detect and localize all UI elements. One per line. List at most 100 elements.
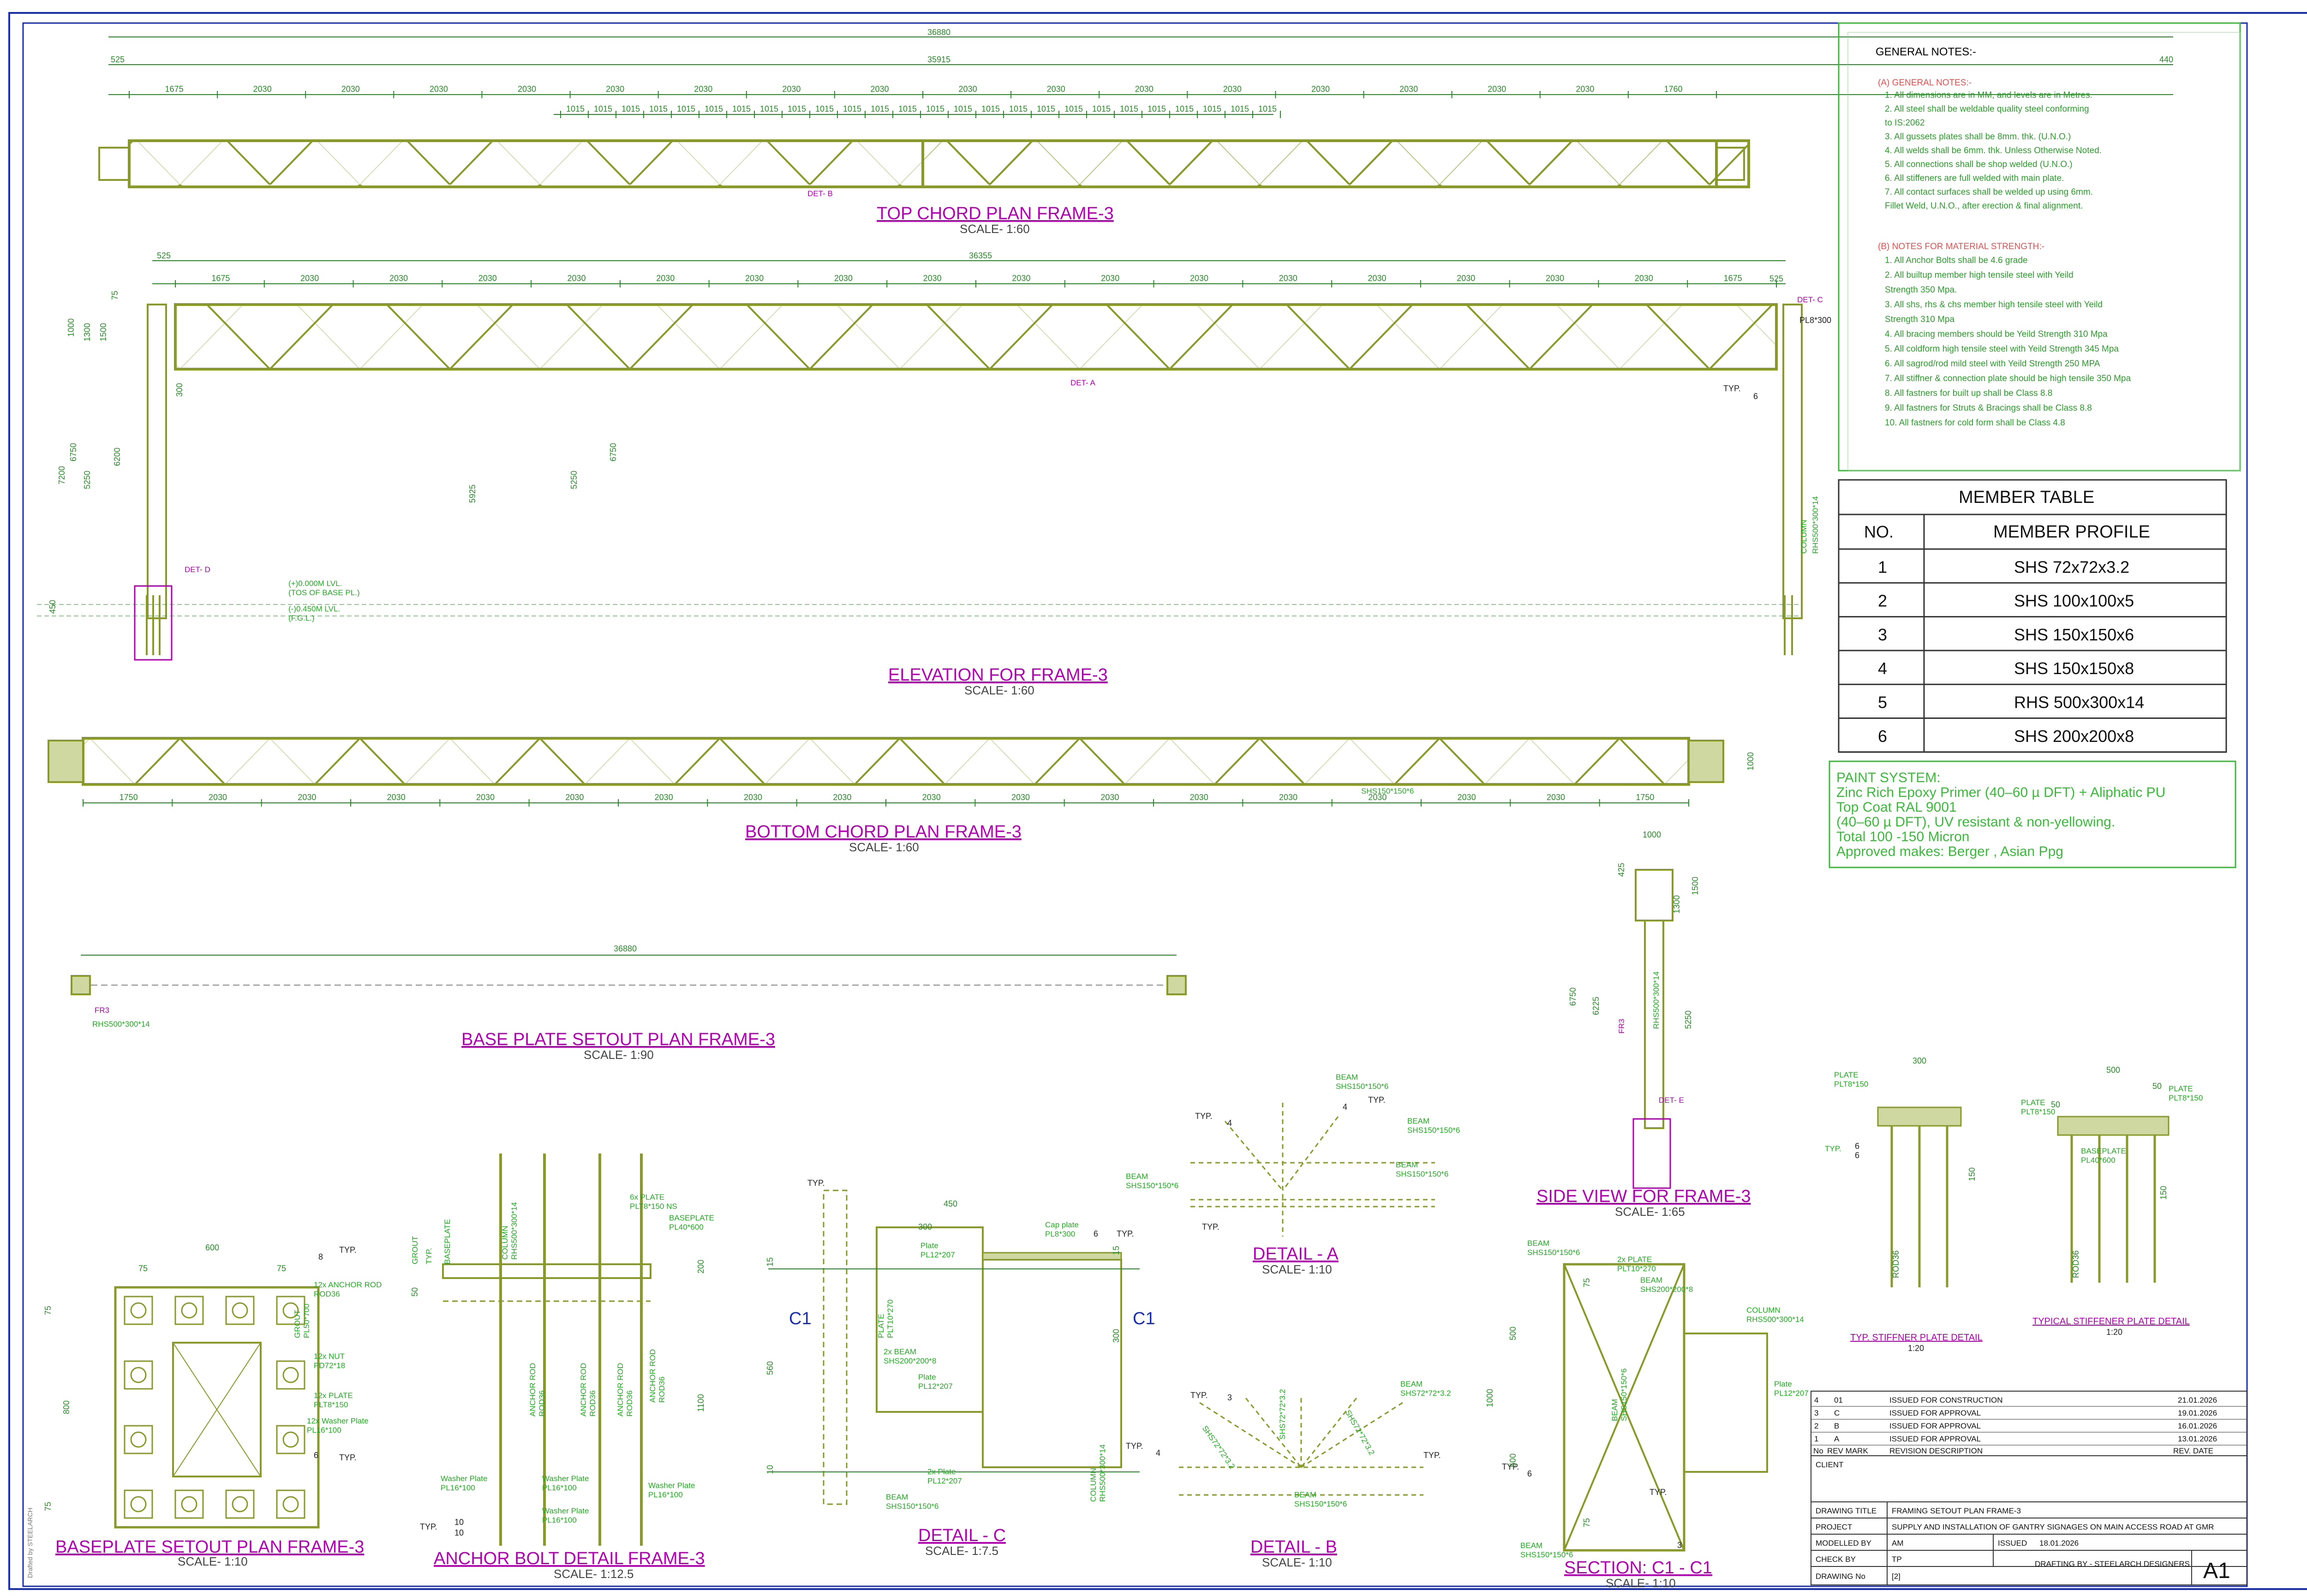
bay-dim: 2030 <box>430 84 448 94</box>
db-title: DETAIL - B <box>1250 1537 1337 1557</box>
mt-profile: SHS 150x150x6 <box>2014 625 2134 644</box>
sc-b1: BEAM <box>1527 1239 1549 1248</box>
bp-e2: 75 <box>277 1264 286 1273</box>
ab-rod-a: ANCHOR ROD <box>528 1363 537 1417</box>
sc-d5: 75 <box>1582 1518 1591 1527</box>
bay-dim: 2030 <box>1488 84 1506 94</box>
dc-pl2b: PLT10*270 <box>886 1299 895 1338</box>
base-scale: SCALE- 1:90 <box>584 1048 654 1062</box>
s2-d3: 150 <box>2159 1186 2168 1200</box>
bp-l4b: PLT8*150 <box>314 1400 348 1409</box>
bay-dim: 1015 <box>788 104 806 114</box>
elev-title: ELEVATION FOR FRAME-3 <box>888 665 1108 685</box>
ab-rod-d: ANCHOR ROD <box>648 1349 657 1403</box>
da-b1b: SHS150*150*6 <box>1336 1082 1388 1091</box>
bay-dim: 2030 <box>518 84 536 94</box>
bottom-title: BOTTOM CHORD PLAN FRAME-3 <box>745 822 1022 842</box>
dc-v1: 15 <box>765 1257 775 1267</box>
ab-plate: 6x PLATE <box>630 1193 664 1201</box>
bay-dim: 2030 <box>565 793 584 802</box>
sc-b1b: SHS150*150*6 <box>1527 1248 1580 1257</box>
bay-dim: 2030 <box>745 274 764 283</box>
s2-pl4: PLT8*150 <box>2169 1094 2203 1102</box>
s2-bp2: PL40*600 <box>2081 1156 2116 1165</box>
note-b-line: 5. All coldform high tensile steel with … <box>1885 344 2119 354</box>
tb-client: CLIENT <box>1816 1460 1843 1469</box>
bottom-side: 1000 <box>1746 752 1755 771</box>
side-det: DET- E <box>1659 1096 1684 1105</box>
note-a-line: 1. All dimensions are in MM, and levels … <box>1885 90 2092 100</box>
ab-wp3b: PL16*100 <box>648 1490 683 1499</box>
bp-l2b: PL50*700 <box>302 1303 311 1338</box>
bay-dim: 2030 <box>300 274 319 283</box>
bay-dim: 1015 <box>1120 104 1138 114</box>
db-typ1: TYP. <box>1190 1391 1208 1400</box>
base-mem: RHS500*300*14 <box>92 1020 150 1028</box>
dc-v3: 300 <box>1112 1329 1121 1343</box>
note-b-line: 8. All fastners for built up shall be Cl… <box>1885 389 2052 398</box>
bay-dim: 1015 <box>843 104 861 114</box>
bay-dim: 1750 <box>1636 793 1654 802</box>
side-d1: 1000 <box>1643 830 1661 839</box>
ab-rod2-a: ROD36 <box>538 1390 546 1417</box>
rev-no: 2 <box>1814 1422 1818 1430</box>
rev-date: 19.01.2026 <box>2178 1409 2217 1417</box>
mt-no: 2 <box>1878 592 1887 610</box>
col-rhs: RHS500*300*14 <box>1811 496 1820 554</box>
bay-dim: 1015 <box>705 104 723 114</box>
bp-e5: 75 <box>43 1502 53 1511</box>
ab-rod-c: ANCHOR ROD <box>616 1363 625 1417</box>
base-right <box>1166 975 1187 995</box>
dim-left: 525 <box>111 55 125 64</box>
ab-n10: 10 <box>454 1518 464 1527</box>
bp-typ1: TYP. <box>339 1245 357 1255</box>
base-title: BASE PLATE SETOUT PLAN FRAME-3 <box>461 1030 775 1049</box>
paint-line: Approved makes: Berger , Asian Ppg <box>1836 844 2063 859</box>
elev-scale: SCALE- 1:60 <box>964 683 1034 697</box>
elev-v-dim: 6750 <box>609 443 618 461</box>
bay-dim: 2030 <box>387 793 406 802</box>
bottom-scale: SCALE- 1:60 <box>849 840 919 854</box>
da-b4b: SHS150*150*6 <box>1126 1181 1178 1190</box>
tb-drafting: DRAFTING BY - STEELARCH DESIGNERS <box>2035 1560 2190 1568</box>
note-b-line: 4. All bracing members should be Yeild S… <box>1885 329 2108 339</box>
sc-d4: 75 <box>1582 1278 1591 1287</box>
elev-v-dim: 5250 <box>83 471 92 489</box>
bay-dim: 2030 <box>606 84 624 94</box>
ab-v1: TYP. <box>424 1248 433 1264</box>
dc-pl2: PLATE <box>877 1314 885 1338</box>
mt-no: 4 <box>1878 659 1887 678</box>
sc-typ2: TYP. <box>1650 1488 1667 1497</box>
lvl1b: (TOS OF BASE PL.) <box>288 588 360 597</box>
ab-wp1b: PL16*100 <box>441 1483 475 1492</box>
bay-dim: 1015 <box>732 104 751 114</box>
ab-wp2b: PL16*100 <box>542 1483 577 1492</box>
bay-dim: 2030 <box>834 274 853 283</box>
ab-n10b: 10 <box>454 1528 464 1537</box>
dc-v2: 560 <box>765 1361 775 1375</box>
tb-size: A1 <box>2203 1559 2230 1583</box>
note-b-line: 9. All fastners for Struts & Bracings sh… <box>1885 403 2092 413</box>
bay-dim: 1015 <box>760 104 778 114</box>
dc-bm: BEAM <box>886 1493 908 1501</box>
sc-d2: 500 <box>1508 1327 1518 1340</box>
note-a-line: 3. All gussets plates shall be 8mm. thk.… <box>1885 132 2071 142</box>
rev-h-mark: REV MARK <box>1827 1447 1868 1455</box>
dc-col: COLUMN <box>1089 1468 1098 1502</box>
bay-dim: 1015 <box>594 104 612 114</box>
bay-dim: 2030 <box>298 793 316 802</box>
sc-p1: 2x PLATE <box>1617 1255 1652 1264</box>
note-b-line: 10. All fastners for cold form shall be … <box>1885 418 2065 428</box>
dc-title: DETAIL - C <box>918 1526 1006 1545</box>
ab-grout: GROUT <box>411 1236 419 1264</box>
rev-date: 13.01.2026 <box>2178 1435 2217 1443</box>
elev-v-dim: 5925 <box>468 484 477 503</box>
ab-bp: BASEPLATE <box>669 1213 714 1222</box>
elev-v-dim: 6750 <box>69 443 78 461</box>
bay-dim: 2030 <box>1190 274 1208 283</box>
elev-v-dim: 1300 <box>83 323 92 341</box>
rev-mark: A <box>1834 1435 1840 1443</box>
bottom-left-end <box>48 740 84 783</box>
bay-dim: 1015 <box>1148 104 1166 114</box>
bay-dim: 1015 <box>1175 104 1194 114</box>
